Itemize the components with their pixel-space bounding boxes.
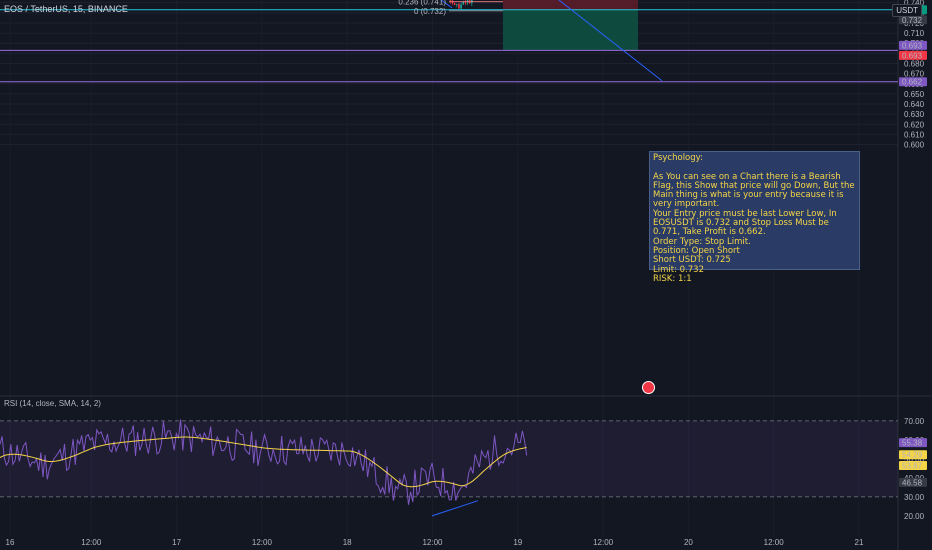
time-tick-label: 21 bbox=[855, 538, 864, 547]
rsi-axis-badge-label: 55.38 bbox=[902, 439, 923, 448]
price-tick-label: 0.640 bbox=[904, 100, 925, 109]
time-tick-label: 17 bbox=[172, 538, 181, 547]
psychology-note[interactable]: Psychology: As You can see on a Chart th… bbox=[649, 151, 860, 284]
rsi-axis-badge-label: 53.87 bbox=[902, 462, 923, 471]
price-tick-label: 0.620 bbox=[904, 120, 925, 129]
candle-body bbox=[456, 4, 458, 5]
price-tick-label: 0.610 bbox=[904, 130, 925, 139]
rsi-axis-badge-label: 46.58 bbox=[902, 478, 923, 487]
currency-unit[interactable]: USDT bbox=[892, 4, 922, 17]
stop-loss-zone bbox=[503, 0, 638, 10]
candle-body bbox=[458, 4, 460, 9]
time-tick-label: 12:00 bbox=[252, 538, 273, 547]
rsi-indicator-label[interactable]: RSI (14, close, SMA, 14, 2) bbox=[4, 399, 101, 408]
fib-level-label: 0 (0.732) bbox=[414, 7, 446, 16]
time-tick-label: 12:00 bbox=[593, 538, 614, 547]
rsi-tick-label: 20.00 bbox=[904, 512, 925, 521]
flag-icon[interactable] bbox=[642, 381, 655, 394]
time-tick-label: 12:00 bbox=[81, 538, 102, 547]
rsi-tick-label: 30.00 bbox=[904, 493, 925, 502]
fib-level-label: 0.236 (0.741) bbox=[398, 0, 446, 7]
price-axis-badge-label: 0.662 bbox=[902, 78, 923, 87]
take-profit-zone bbox=[503, 9, 638, 51]
candle-body bbox=[460, 4, 462, 9]
rsi-band-fill bbox=[0, 420, 898, 497]
candle-body bbox=[453, 3, 456, 5]
candle-body bbox=[449, 0, 452, 1]
time-tick-label: 16 bbox=[6, 538, 15, 547]
chart-canvas[interactable]: 0.6000.6100.6200.6300.6400.6500.6600.670… bbox=[0, 0, 932, 550]
symbol-title[interactable]: EOS / TetherUS, 15, BINANCE bbox=[4, 4, 128, 14]
price-tick-label: 0.680 bbox=[904, 59, 925, 68]
price-axis-badge-label: 0.693 bbox=[902, 41, 923, 50]
time-tick-label: 19 bbox=[513, 538, 522, 547]
price-axis-badge-label: 0.732 bbox=[902, 16, 923, 25]
rsi-tick-label: 70.00 bbox=[904, 417, 925, 426]
rsi-axis-badge-label: 54.29 bbox=[902, 451, 923, 460]
time-tick-label: 20 bbox=[684, 538, 693, 547]
time-tick-label: 12:00 bbox=[422, 538, 443, 547]
price-axis-badge-label: 0.693 bbox=[902, 51, 923, 60]
price-tick-label: 0.630 bbox=[904, 110, 925, 119]
rsi-divergence-line bbox=[431, 500, 479, 517]
time-tick-label: 18 bbox=[343, 538, 352, 547]
time-tick-label: 12:00 bbox=[764, 538, 785, 547]
price-tick-label: 0.710 bbox=[904, 29, 925, 38]
price-tick-label: 0.600 bbox=[904, 141, 925, 150]
price-tick-label: 0.650 bbox=[904, 90, 925, 99]
